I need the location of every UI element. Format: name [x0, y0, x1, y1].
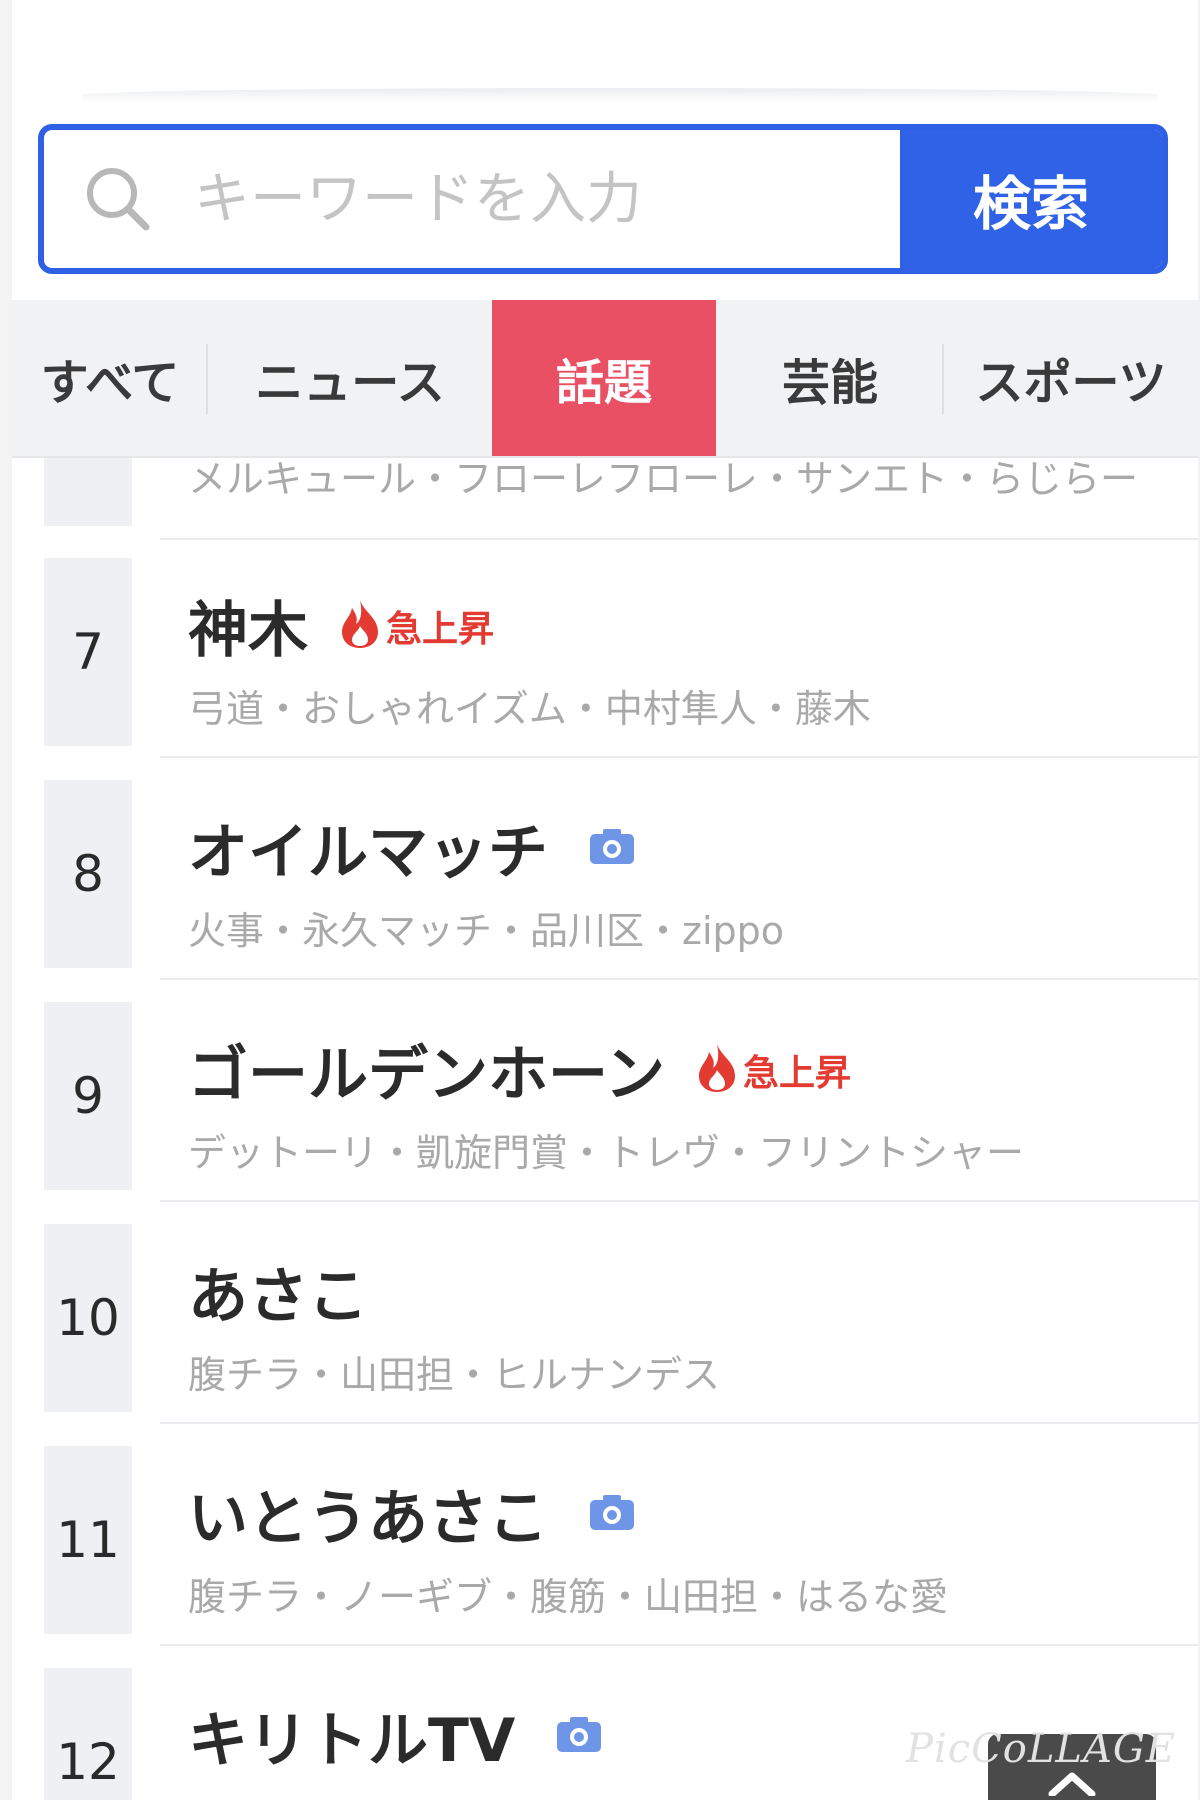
search-field[interactable]: [44, 130, 900, 268]
divider: [160, 756, 1198, 758]
related-keywords: デットーリ・凱旋門賞・トレヴ・フリントシャー: [188, 1131, 1025, 1175]
related-keywords: メルキュール・フローレフローレ・サンエト・らじらー: [188, 458, 1139, 501]
fire-icon: [338, 598, 382, 654]
related-keywords: 火事・永久マッチ・品川区・zippo: [188, 909, 784, 953]
rank-number: 8: [44, 780, 132, 968]
rank-number: 7: [44, 558, 132, 746]
tab-sports[interactable]: スポーツ: [944, 300, 1198, 456]
divider: [160, 978, 1198, 980]
list-item[interactable]: 7 神木 急上昇 弓道・おしゃれイズム・中村隼人・藤木: [12, 558, 1198, 758]
trending-badge: 急上昇: [695, 1042, 851, 1098]
list-item[interactable]: 9 ゴールデンホーン 急上昇 デットーリ・凱旋門賞・トレヴ・フリントシャー: [12, 1002, 1198, 1202]
rank-number: 9: [44, 1002, 132, 1190]
search-bar: 検索: [38, 124, 1168, 274]
item-title: 神木: [188, 596, 308, 666]
rank-number: 10: [44, 1224, 132, 1412]
search-icon: [84, 165, 152, 233]
list-item[interactable]: メルキュール・フローレフローレ・サンエト・らじらー: [12, 458, 1198, 526]
trending-badge: 急上昇: [338, 598, 494, 654]
tab-news[interactable]: ニュース: [208, 300, 492, 456]
divider: [160, 1200, 1198, 1202]
camera-icon: [588, 1492, 636, 1536]
related-keywords: 弓道・おしゃれイズム・中村隼人・藤木: [188, 687, 871, 731]
app-frame: 検索 すべて ニュース 話題 芸能 スポーツ メルキュール・フローレフローレ・サ…: [12, 0, 1198, 1800]
rank-number: 12: [44, 1668, 132, 1800]
related-keywords: 腹チラ・ノーギブ・腹筋・山田担・はるな愛: [188, 1575, 949, 1619]
watermark: PicCoLLAGE: [906, 1726, 1176, 1772]
item-title: いとうあさこ: [188, 1484, 548, 1554]
tab-entertainment[interactable]: 芸能: [716, 300, 944, 456]
related-keywords: 腹チラ・山田担・ヒルナンデス: [188, 1353, 721, 1397]
divider: [160, 538, 1198, 540]
list-item[interactable]: 11 いとうあさこ 腹チラ・ノーギブ・腹筋・山田担・はるな愛: [12, 1446, 1198, 1646]
divider: [160, 1644, 1198, 1646]
trending-label: 急上昇: [386, 608, 495, 650]
rank-number: [44, 458, 132, 526]
item-title: オイルマッチ: [188, 818, 548, 888]
tab-all[interactable]: すべて: [12, 300, 208, 456]
search-button[interactable]: 検索: [900, 130, 1162, 268]
category-tabs: すべて ニュース 話題 芸能 スポーツ: [12, 300, 1198, 458]
rank-number: 11: [44, 1446, 132, 1634]
tab-topics[interactable]: 話題: [492, 300, 716, 456]
camera-icon: [555, 1714, 603, 1758]
list-item[interactable]: 8 オイルマッチ 火事・永久マッチ・品川区・zippo: [12, 780, 1198, 980]
divider: [160, 1422, 1198, 1424]
item-title: あさこ: [188, 1262, 368, 1332]
list-item[interactable]: 10 あさこ 腹チラ・山田担・ヒルナンデス: [12, 1224, 1198, 1424]
search-input[interactable]: [194, 166, 894, 232]
fire-icon: [695, 1042, 739, 1098]
top-shade: [82, 88, 1158, 102]
trending-label: 急上昇: [743, 1052, 852, 1094]
item-title: ゴールデンホーン: [188, 1040, 665, 1110]
item-title: キリトルTV: [188, 1706, 516, 1776]
camera-icon: [588, 826, 636, 870]
